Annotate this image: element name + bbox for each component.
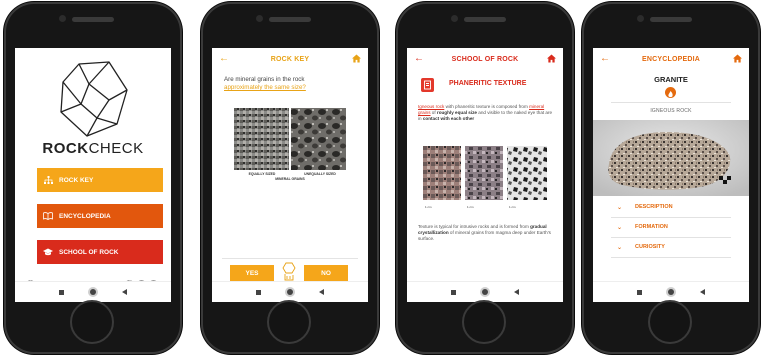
system-nav-bar — [407, 281, 563, 302]
hierarchy-icon — [43, 175, 53, 185]
formation-section[interactable]: ⌄ FORMATION — [593, 220, 749, 236]
rock-category-icon — [665, 87, 676, 98]
top-bar: ← ROCK KEY — [212, 48, 368, 70]
back-nav-icon[interactable] — [700, 289, 705, 295]
camera-icon — [256, 15, 263, 22]
screen-title: SCHOOL OF ROCK — [451, 55, 519, 63]
description-paragraph: Igneous rock with phaneritic texture is … — [418, 104, 553, 121]
top-bar: ← ENCYCLOPEDIA — [593, 48, 749, 70]
question-text: Are mineral grains in the rock approxima… — [224, 76, 306, 91]
school-of-rock-screen: ← SCHOOL OF ROCK PHANERITIC TEXTURE Igne… — [407, 48, 563, 302]
back-arrow-icon[interactable]: ← — [219, 53, 229, 64]
home-nav-icon[interactable] — [90, 289, 96, 295]
speaker-grille — [72, 17, 114, 22]
system-nav-bar — [15, 281, 171, 302]
screen-title: ENCYCLOPEDIA — [641, 55, 701, 63]
answer-row: YES NO — [222, 262, 356, 281]
curiosity-section[interactable]: ⌄ CURIOSITY — [593, 240, 749, 256]
caption-unequal: UNEQUALLY SIZED — [304, 172, 336, 176]
recents-icon[interactable] — [637, 289, 642, 295]
system-nav-bar — [593, 281, 749, 302]
speaker-grille — [269, 17, 311, 22]
phone-frame-rock-key: ← ROCK KEY Are mineral grains in the roc… — [201, 2, 379, 354]
home-nav-icon[interactable] — [668, 289, 674, 295]
formation-paragraph: Texture is typical for intrusive rocks a… — [418, 224, 551, 241]
speaker-grille — [464, 17, 506, 22]
system-nav-bar — [212, 281, 368, 302]
phone-frame-school: ← SCHOOL OF ROCK PHANERITIC TEXTURE Igne… — [396, 2, 574, 354]
home-icon[interactable] — [352, 54, 361, 63]
question-link[interactable]: approximately the same size? — [224, 84, 306, 91]
chevron-down-icon: ⌄ — [617, 225, 623, 231]
description-section[interactable]: ⌄ DESCRIPTION — [593, 200, 749, 216]
document-icon — [421, 78, 434, 92]
scale-label: 1 cm — [509, 205, 516, 209]
encyclopedia-label: ENCYCLOPEDIA — [59, 212, 111, 220]
rock-comparison-image — [234, 108, 346, 170]
yes-button[interactable]: YES — [230, 265, 274, 281]
home-nav-icon[interactable] — [482, 289, 488, 295]
recents-icon[interactable] — [451, 289, 456, 295]
encyclopedia-button[interactable]: ENCYCLOPEDIA — [37, 204, 163, 228]
rock-key-label: ROCK KEY — [59, 176, 94, 184]
phone-frame-home: ROCKCHECK ROCK KEY ENCYCLOPEDIA SCHOOL O… — [4, 2, 182, 354]
home-icon[interactable] — [547, 54, 556, 63]
back-nav-icon[interactable] — [122, 289, 127, 295]
encyclopedia-screen: ← ENCYCLOPEDIA GRANITE IGNEOUS ROCK ⌄ DE… — [593, 48, 749, 302]
graduation-cap-icon — [43, 247, 53, 257]
home-nav-icon[interactable] — [287, 289, 293, 295]
home-screen: ROCKCHECK ROCK KEY ENCYCLOPEDIA SCHOOL O… — [15, 48, 171, 302]
book-icon — [43, 211, 53, 221]
back-nav-icon[interactable] — [319, 289, 324, 295]
granite-photo — [593, 120, 749, 196]
rock-hand-icon — [282, 262, 296, 281]
chevron-down-icon: ⌄ — [617, 205, 623, 211]
home-button[interactable] — [462, 300, 506, 344]
divider-line — [611, 217, 731, 218]
no-button[interactable]: NO — [304, 265, 348, 281]
top-bar: ← SCHOOL OF ROCK — [407, 48, 563, 70]
screen-title: ROCK KEY — [270, 55, 310, 63]
speaker-grille — [650, 17, 692, 22]
home-button[interactable] — [70, 300, 114, 344]
divider-line — [222, 258, 358, 259]
school-of-rock-button[interactable]: SCHOOL OF ROCK — [37, 240, 163, 264]
texture-images — [423, 146, 547, 200]
recents-icon[interactable] — [59, 289, 64, 295]
phone-frame-encyclopedia: ← ENCYCLOPEDIA GRANITE IGNEOUS ROCK ⌄ DE… — [582, 2, 760, 354]
back-arrow-icon[interactable]: ← — [600, 53, 610, 64]
igneous-rock-link[interactable]: Igneous rock — [418, 104, 444, 109]
home-icon[interactable] — [733, 54, 742, 63]
camera-icon — [59, 15, 66, 22]
divider-line — [611, 257, 731, 258]
section-title: PHANERITIC TEXTURE — [449, 80, 527, 87]
back-nav-icon[interactable] — [514, 289, 519, 295]
caption-equal: EQUALLY SIZED — [248, 172, 276, 176]
app-brand-title: ROCKCHECK — [42, 140, 144, 157]
home-button[interactable] — [648, 300, 692, 344]
rock-logo-icon — [60, 61, 128, 137]
school-of-rock-label: SCHOOL OF ROCK — [59, 248, 119, 256]
camera-icon — [637, 15, 644, 22]
scale-label: 1 cm — [425, 205, 432, 209]
back-arrow-icon[interactable]: ← — [414, 53, 424, 64]
divider-line — [611, 237, 731, 238]
recents-icon[interactable] — [256, 289, 261, 295]
scale-label: 1 cm — [467, 205, 474, 209]
rock-type-label: IGNEOUS ROCK — [650, 108, 692, 114]
rock-key-button[interactable]: ROCK KEY — [37, 168, 163, 192]
home-button[interactable] — [267, 300, 311, 344]
rock-key-screen: ← ROCK KEY Are mineral grains in the roc… — [212, 48, 368, 302]
divider-line — [611, 102, 731, 103]
caption-mineral-grains: MINERAL GRAINS — [275, 177, 305, 181]
camera-icon — [451, 15, 458, 22]
rock-name: GRANITE — [654, 75, 688, 84]
chevron-down-icon: ⌄ — [617, 245, 623, 251]
